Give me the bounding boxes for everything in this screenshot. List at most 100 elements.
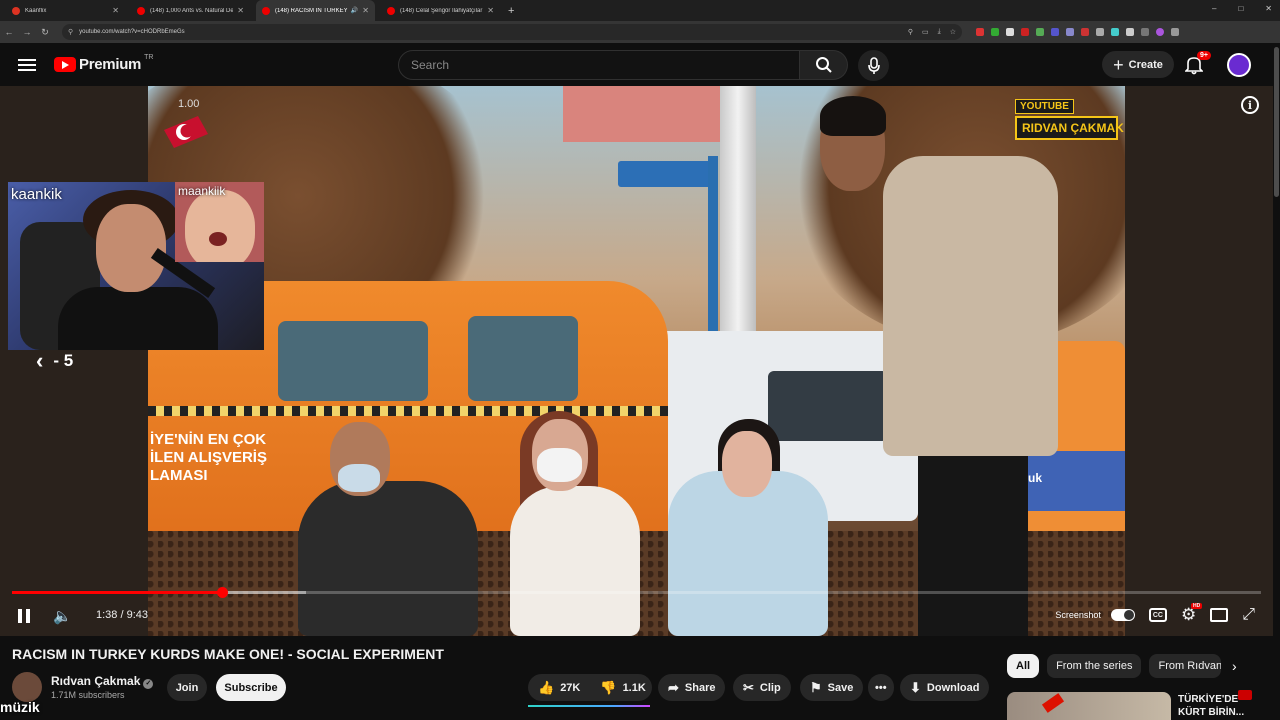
browser-tab[interactable]: (148) Celal Şengör İlahiyatçılar ✕	[381, 0, 500, 21]
bookmark-star-icon[interactable]: ☆	[950, 28, 956, 36]
site-info-icon[interactable]: ⚲	[68, 28, 73, 36]
share-arrow-icon: ➦	[668, 679, 679, 695]
close-tab-icon[interactable]: ✕	[487, 6, 494, 15]
extension-icon[interactable]	[1051, 28, 1059, 36]
settings-gear-icon[interactable]: ⚙ HD	[1181, 603, 1203, 625]
chip-from-channel[interactable]: From Rıdvan Ça	[1149, 654, 1222, 678]
subscriber-count: 1.71M subscribers	[51, 690, 125, 700]
share-label: Share	[684, 681, 716, 694]
subtitles-button[interactable]: CC	[1148, 608, 1167, 622]
puzzle-icon[interactable]	[1126, 28, 1134, 36]
voice-search-button[interactable]	[858, 50, 889, 81]
share-button[interactable]: ➦ Share	[658, 674, 726, 701]
theater-mode-icon[interactable]	[1210, 608, 1229, 622]
tab-title: Kaanflix	[25, 7, 47, 14]
facecam2-label: maankiik	[178, 184, 226, 198]
back-arrow-icon[interactable]: ←	[0, 27, 18, 37]
extension-icon[interactable]	[1081, 28, 1089, 36]
extension-icon[interactable]	[976, 28, 984, 36]
plus-icon: +	[1113, 54, 1124, 75]
extension-icon[interactable]	[1096, 28, 1104, 36]
video-player[interactable]: bi mutluluk İYE'NİN EN ÇOK İLEN ALIŞVERİ…	[0, 86, 1273, 636]
account-avatar[interactable]	[1227, 53, 1251, 77]
new-tab-button[interactable]: +	[508, 5, 514, 17]
notification-badge: 9+	[1197, 51, 1211, 60]
notifications-button[interactable]: 9+	[1184, 51, 1211, 75]
dislike-button[interactable]: 👎 1.1K	[590, 674, 655, 701]
scrubber-handle[interactable]	[216, 587, 228, 598]
chevron-right-icon[interactable]: ›	[1232, 658, 1237, 674]
youtube-premium-logo[interactable]: Premium TR	[54, 54, 153, 73]
subscribe-button[interactable]: Subscribe	[216, 674, 286, 701]
channel-name-text: Rıdvan Çakmak	[51, 674, 141, 688]
extension-icon[interactable]	[1006, 28, 1014, 36]
search-input[interactable]: Search	[398, 50, 800, 80]
url-field[interactable]: ⚲ youtube.com/watch?v=cHODRbEmeGs ⚲ ▭ ⤓ …	[62, 24, 962, 40]
window-controls: – □ ✕	[1212, 4, 1272, 13]
info-icon[interactable]: i	[1241, 96, 1259, 114]
like-button[interactable]: 👍 27K	[528, 674, 590, 701]
channel-avatar[interactable]	[12, 672, 42, 702]
thumbs-down-icon: 👎	[600, 679, 617, 695]
install-icon[interactable]: ⤓	[938, 28, 941, 36]
profile-icon[interactable]	[1156, 28, 1164, 36]
browser-tab-active[interactable]: (148) RACISM IN TURKEY K 🔊 ✕	[256, 0, 375, 21]
minimize-button[interactable]: –	[1212, 4, 1216, 13]
cast-icon[interactable]: ▭	[922, 28, 929, 36]
download-icon: ⬇	[910, 679, 921, 695]
hd-badge: HD	[1190, 603, 1203, 609]
chip-from-series[interactable]: From the series	[1047, 654, 1142, 678]
progress-bar[interactable]	[12, 587, 1261, 598]
download-button[interactable]: ⬇ Download	[900, 674, 990, 701]
street-sign	[618, 161, 714, 187]
extension-icon[interactable]	[1111, 28, 1119, 36]
autoplay-toggle[interactable]	[1110, 609, 1135, 621]
create-button[interactable]: + Create	[1102, 51, 1174, 78]
search-button[interactable]	[800, 50, 848, 80]
extension-icon[interactable]	[991, 28, 999, 36]
recommended-video-title[interactable]: TÜRKİYE'DE KÜRT BİRİN...	[1178, 693, 1268, 719]
bookmark-icon: ⚑	[810, 679, 822, 695]
forward-arrow-icon[interactable]: →	[18, 27, 36, 37]
save-button[interactable]: ⚑ Save	[800, 674, 864, 701]
extension-icon[interactable]	[1066, 28, 1074, 36]
extension-icon[interactable]	[1021, 28, 1029, 36]
player-controls: 🔈 1:38 / 9:43 Screenshot CC ⚙ HD ⤢	[0, 601, 1273, 631]
dislike-count: 1.1K	[622, 681, 646, 694]
chip-all[interactable]: All	[1007, 654, 1040, 678]
close-tab-icon[interactable]: ✕	[362, 6, 369, 15]
reload-icon[interactable]: ↻	[36, 27, 54, 38]
url-text: youtube.com/watch?v=cHODRbEmeGs	[79, 29, 185, 35]
video-frame[interactable]: bi mutluluk İYE'NİN EN ÇOK İLEN ALIŞVERİ…	[148, 86, 1125, 636]
more-dots-icon: •••	[875, 681, 887, 694]
menu-kebab-icon[interactable]	[1171, 28, 1179, 36]
recommended-video-thumbnail[interactable]	[1007, 692, 1171, 720]
taxi-ad-line: İYE'NİN EN ÇOK	[150, 431, 267, 448]
browser-tab[interactable]: (148) 1,000 Ants vs. Natural De ✕	[131, 0, 250, 21]
close-window-button[interactable]: ✕	[1265, 4, 1272, 13]
maximize-button[interactable]: □	[1238, 4, 1243, 13]
extensions-bar	[976, 28, 1179, 36]
pause-button[interactable]	[17, 609, 31, 623]
close-tab-icon[interactable]: ✕	[112, 6, 119, 15]
speaker-icon[interactable]: 🔊	[351, 7, 358, 14]
clip-button[interactable]: ✂ Clip	[733, 674, 791, 701]
page-scrollbar[interactable]	[1273, 43, 1280, 720]
extension-icon[interactable]	[1036, 28, 1044, 36]
volume-icon[interactable]: 🔈	[53, 607, 72, 625]
zoom-icon[interactable]: ⚲	[908, 28, 913, 36]
watermark-youtube-text: YOUTUBE	[1015, 99, 1074, 114]
address-bar: ← → ↻ ⚲ youtube.com/watch?v=cHODRbEmeGs …	[0, 21, 1280, 43]
downloads-icon[interactable]	[1141, 28, 1149, 36]
browser-tab[interactable]: Kaanflix ✕	[6, 0, 125, 21]
join-button[interactable]: Join	[167, 674, 207, 701]
hamburger-menu-icon[interactable]	[18, 56, 36, 72]
speed-overlay: 1.00	[178, 98, 200, 110]
scrollbar-thumb[interactable]	[1274, 47, 1279, 197]
close-tab-icon[interactable]: ✕	[237, 6, 244, 15]
channel-name[interactable]: Rıdvan Çakmak ✓	[51, 674, 154, 689]
fullscreen-icon[interactable]: ⤢	[1242, 606, 1255, 624]
channel-watermark[interactable]: YOUTUBE RIDVAN ÇAKMAK	[1015, 96, 1124, 144]
search-placeholder: Search	[411, 58, 450, 72]
more-actions-button[interactable]: •••	[868, 674, 894, 701]
